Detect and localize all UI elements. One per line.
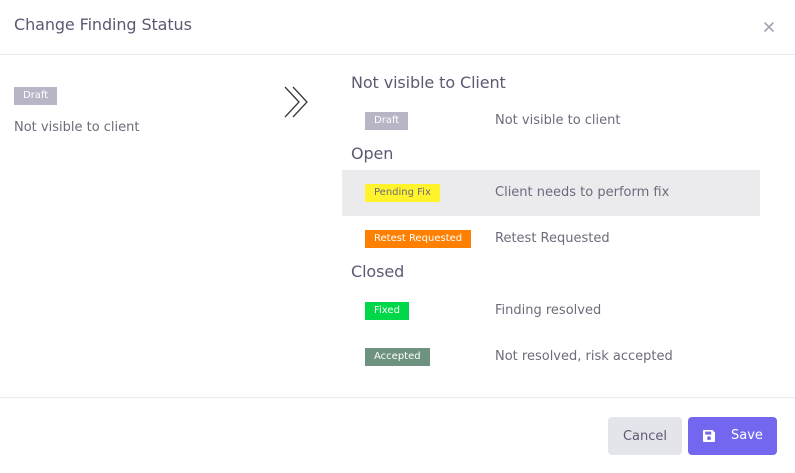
double-chevron-right-icon	[282, 86, 316, 118]
status-badge: Draft	[365, 112, 409, 130]
save-label: Save	[731, 428, 763, 443]
group-title-not-visible: Not visible to Client	[351, 73, 506, 92]
current-status-description: Not visible to client	[14, 120, 140, 135]
status-option-accepted[interactable]: Accepted Not resolved, risk accepted	[342, 334, 760, 380]
status-description: Not resolved, risk accepted	[495, 349, 673, 364]
status-option-retest-requested[interactable]: Retest Requested Retest Requested	[342, 216, 760, 262]
modal-header: Change Finding Status	[0, 0, 795, 55]
save-icon	[702, 429, 716, 443]
save-button[interactable]: Save	[688, 417, 777, 455]
status-badge: Fixed	[365, 302, 409, 320]
status-option-fixed[interactable]: Fixed Finding resolved	[342, 288, 760, 334]
status-description: Not visible to client	[495, 113, 621, 128]
close-icon[interactable]	[759, 17, 779, 37]
status-description: Finding resolved	[495, 303, 602, 318]
cancel-button[interactable]: Cancel	[608, 417, 682, 455]
status-badge: Retest Requested	[365, 230, 472, 248]
status-badge: Accepted	[365, 348, 430, 366]
group-title-closed: Closed	[351, 262, 405, 281]
status-option-pending-fix[interactable]: Pending Fix Client needs to perform fix	[342, 170, 760, 216]
status-badge: Pending Fix	[365, 184, 440, 202]
status-option-draft[interactable]: Draft Not visible to client	[342, 98, 760, 144]
status-description: Client needs to perform fix	[495, 185, 670, 200]
current-status-badge: Draft	[14, 87, 58, 105]
group-title-open: Open	[351, 144, 394, 163]
status-description: Retest Requested	[495, 231, 610, 246]
modal-title: Change Finding Status	[14, 15, 192, 34]
